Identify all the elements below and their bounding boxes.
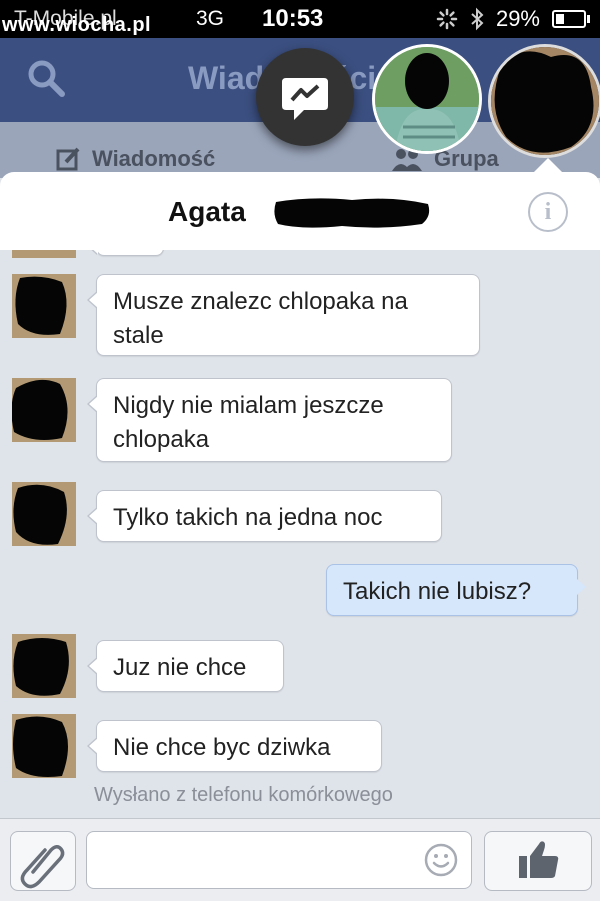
sent-from-mobile-note: Wysłano z telefonu komórkowego — [94, 784, 393, 806]
message-text-line: Musze znalezc chlopaka na — [113, 288, 408, 315]
like-button[interactable] — [484, 831, 592, 891]
message-input[interactable] — [86, 831, 472, 889]
sender-avatar — [12, 634, 76, 698]
thumbs-up-icon — [519, 841, 559, 878]
sender-avatar — [12, 378, 76, 442]
message-bubble: Nigdy nie mialam jeszcze chlopaka — [87, 378, 452, 462]
chat-head-avatar[interactable] — [372, 44, 482, 154]
avatar-photo — [12, 714, 76, 778]
tab-new-message[interactable]: Wiadomość — [56, 146, 215, 172]
message-text-line: Nigdy nie mialam jeszcze — [113, 392, 384, 419]
message-text-line: chlopaka — [113, 426, 210, 453]
avatar-photo — [12, 634, 76, 698]
sender-avatar — [12, 714, 76, 778]
message-bubble: Musze znalezc chlopaka na stale — [87, 274, 480, 356]
search-icon[interactable] — [26, 58, 66, 98]
message-bubble: Juz nie chce — [87, 640, 284, 692]
message-bubble-outgoing: Takich nie lubisz? — [326, 564, 586, 616]
messenger-chat-head[interactable] — [256, 48, 354, 146]
conversation-header: Agata i — [0, 158, 600, 251]
sender-avatar — [12, 274, 76, 338]
redaction-scribble — [274, 198, 430, 228]
avatar-photo — [491, 47, 599, 155]
info-icon[interactable]: i — [528, 192, 568, 232]
header-pointer — [534, 158, 562, 172]
status-bar: T-Mobile.pl www.wiocha.pl 3G 10:53 29% — [0, 0, 600, 38]
activity-spinner-icon — [436, 8, 458, 30]
conversation-view[interactable]: Musze znalezc chlopaka na stale Nigdy ni… — [0, 250, 600, 818]
sender-avatar — [12, 482, 76, 546]
message-text-line: Tylko takich na jedna noc — [113, 504, 383, 531]
battery-icon — [552, 10, 590, 28]
tab-new-message-label: Wiadomość — [92, 146, 216, 171]
sender-avatar — [12, 250, 76, 258]
watermark: www.wiocha.pl — [2, 14, 152, 36]
paperclip-icon — [20, 845, 65, 889]
message-bubble: Tylko takich na jedna noc — [87, 490, 442, 542]
bluetooth-icon — [471, 7, 484, 31]
composer-bar — [0, 818, 600, 901]
compose-icon — [56, 147, 80, 171]
clock: 10:53 — [262, 5, 324, 32]
contact-name: Agata — [168, 196, 246, 227]
message-text-line: stale — [113, 322, 164, 349]
emoji-icon[interactable] — [424, 843, 458, 877]
avatar-photo — [12, 482, 76, 546]
avatar-photo — [12, 378, 76, 442]
message-bubble-previous — [87, 250, 164, 256]
message-text-line: Juz nie chce — [113, 654, 247, 681]
message-text-line: Nie chce byc dziwka — [113, 734, 331, 761]
avatar-photo — [12, 274, 76, 338]
network-type: 3G — [196, 7, 225, 30]
attach-button[interactable] — [10, 831, 76, 891]
avatar-photo — [375, 47, 479, 151]
chat-head-avatar-active[interactable] — [488, 44, 600, 158]
message-text-line: Takich nie lubisz? — [343, 578, 532, 605]
message-bubble: Nie chce byc dziwka — [87, 720, 382, 772]
messenger-icon — [282, 78, 328, 120]
battery-percent: 29% — [495, 6, 540, 31]
